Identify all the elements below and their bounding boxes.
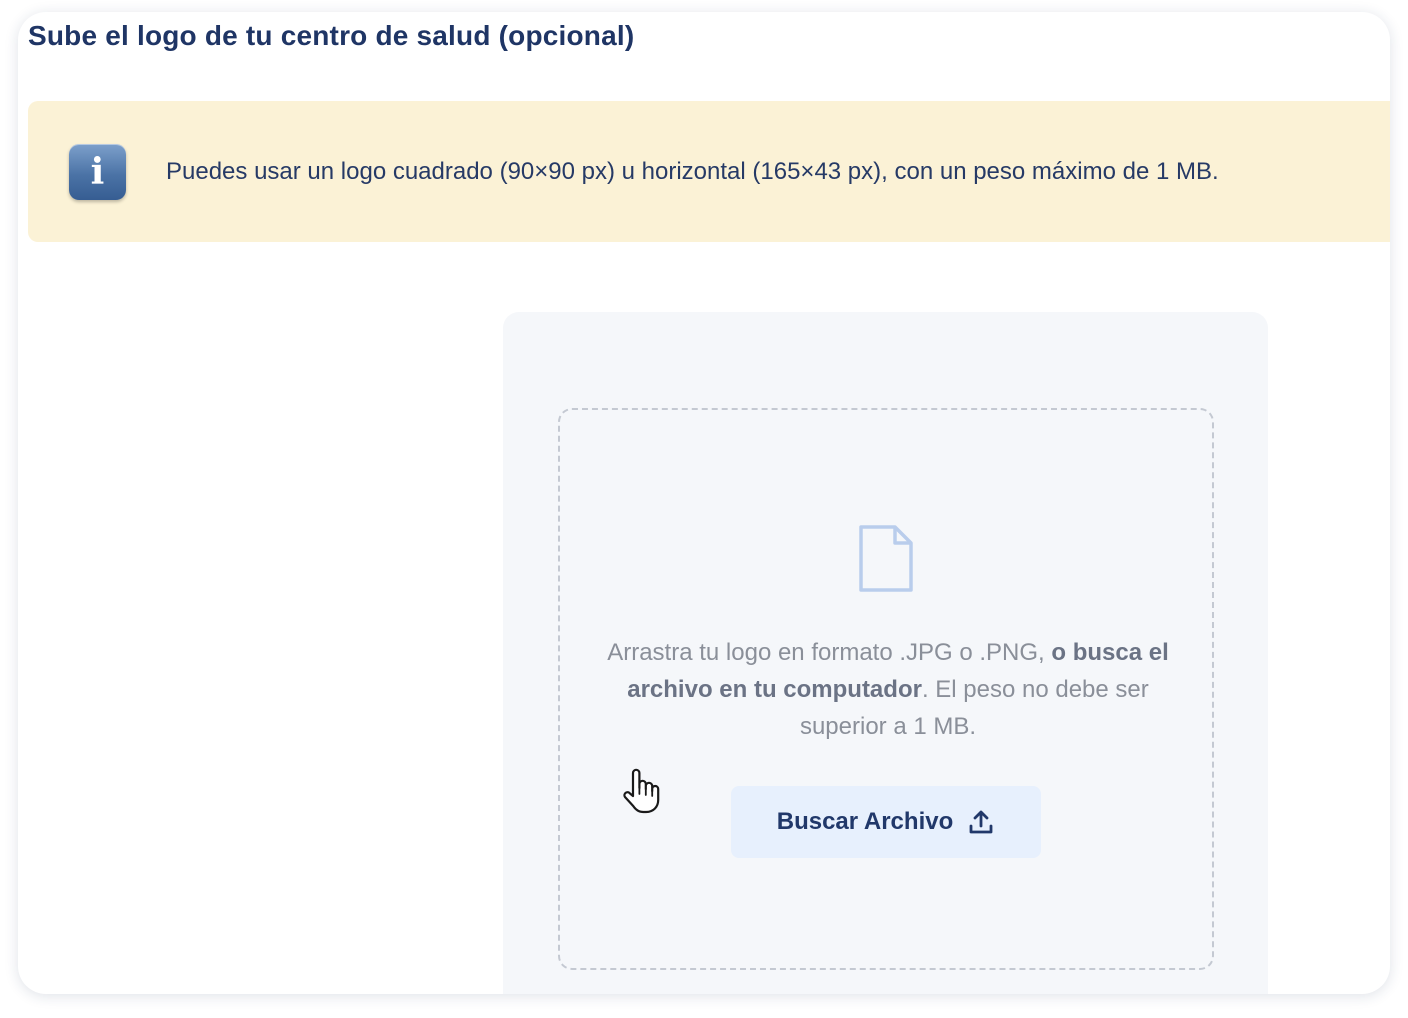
hand-cursor-icon xyxy=(623,768,660,814)
info-icon: i xyxy=(69,144,126,200)
logo-upload-card: Sube el logo de tu centro de salud (opci… xyxy=(18,12,1390,994)
upload-icon xyxy=(969,810,993,834)
browse-file-button[interactable]: Buscar Archivo xyxy=(731,786,1041,858)
browse-file-label: Buscar Archivo xyxy=(776,808,954,835)
notice-text: Puedes usar un logo cuadrado (90×90 px) … xyxy=(166,158,1219,185)
file-dropzone[interactable]: Arrastra tu logo en formato .JPG o .PNG,… xyxy=(558,408,1214,970)
upload-panel: Arrastra tu logo en formato .JPG o .PNG,… xyxy=(503,312,1268,994)
section-title: Sube el logo de tu centro de salud (opci… xyxy=(28,20,635,51)
instructions-part1: Arrastra tu logo en formato .JPG o .PNG, xyxy=(607,639,1052,666)
file-icon xyxy=(859,525,913,592)
dropzone-instructions: Arrastra tu logo en formato .JPG o .PNG,… xyxy=(600,634,1176,745)
info-notice: i Puedes usar un logo cuadrado (90×90 px… xyxy=(28,101,1390,242)
